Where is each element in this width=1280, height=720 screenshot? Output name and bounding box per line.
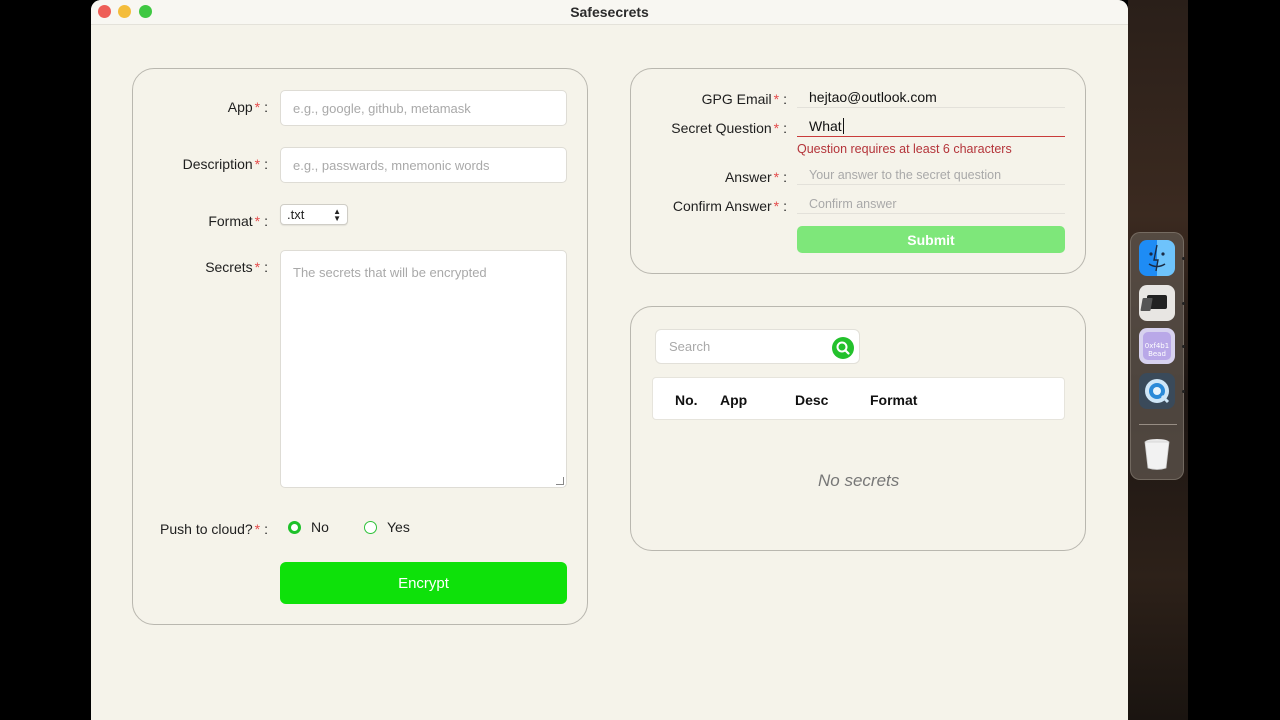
- search-icon[interactable]: [832, 337, 854, 359]
- dock-separator: [1139, 424, 1177, 425]
- running-indicator: [1182, 302, 1185, 305]
- app-input[interactable]: e.g., google, github, metamask: [280, 90, 567, 126]
- secrets-label: Secrets *:: [205, 259, 268, 275]
- question-error-message: Question requires at least 6 characters: [797, 142, 1012, 156]
- window-title: Safesecrets: [570, 4, 649, 20]
- description-input[interactable]: e.g., passwards, mnemonic words: [280, 147, 567, 183]
- radio-selected-icon: [288, 520, 301, 534]
- gpg-email-label: GPG Email *:: [701, 91, 787, 107]
- radio-unselected-icon: [364, 520, 377, 534]
- search-input[interactable]: Search: [655, 329, 860, 364]
- svg-text:0xf4b1: 0xf4b1: [1145, 342, 1169, 350]
- confirm-answer-label: Confirm Answer *:: [672, 198, 787, 214]
- submit-button[interactable]: Submit: [797, 226, 1065, 253]
- quicktime-icon[interactable]: [1139, 373, 1175, 409]
- app-window: Safesecrets App *: e.g., google, github, …: [91, 0, 1128, 720]
- secrets-list-panel: Search No. App Desc Format No secrets: [630, 306, 1086, 551]
- encrypt-button[interactable]: Encrypt: [280, 562, 567, 604]
- confirm-answer-input[interactable]: Confirm answer: [797, 194, 1065, 214]
- push-yes-radio[interactable]: Yes: [364, 519, 410, 535]
- secrets-table-header: No. App Desc Format: [652, 377, 1065, 420]
- dock: 0xf4b1 Bead: [1130, 232, 1185, 480]
- column-desc[interactable]: Desc: [795, 392, 828, 408]
- gpg-panel: GPG Email *: hejtao@outlook.com Secret Qu…: [630, 68, 1086, 274]
- column-format[interactable]: Format: [870, 392, 917, 408]
- answer-input[interactable]: Your answer to the secret question: [797, 165, 1065, 185]
- finder-icon[interactable]: [1139, 240, 1175, 276]
- trash-icon[interactable]: [1139, 435, 1175, 471]
- encrypt-panel: App *: e.g., google, github, metamask Des…: [132, 68, 588, 625]
- push-to-cloud-label: Push to cloud? *:: [160, 521, 268, 537]
- title-bar: Safesecrets: [91, 0, 1128, 25]
- column-app[interactable]: App: [720, 392, 747, 408]
- format-label: Format *:: [208, 213, 268, 229]
- app-label: App *:: [227, 99, 268, 115]
- text-caret: [842, 117, 844, 134]
- answer-label: Answer *:: [724, 169, 787, 185]
- description-label: Description *:: [182, 156, 268, 172]
- running-indicator: [1182, 345, 1185, 348]
- secret-question-label: Secret Question *:: [671, 120, 787, 136]
- secrets-textarea[interactable]: The secrets that will be encrypted: [280, 250, 567, 488]
- push-no-radio[interactable]: No: [288, 519, 329, 535]
- resize-grip-icon[interactable]: [556, 477, 564, 485]
- secret-question-input[interactable]: What: [797, 115, 1065, 137]
- format-select[interactable]: .txt ▲ ▼: [280, 204, 348, 225]
- gpg-email-input[interactable]: hejtao@outlook.com: [797, 86, 1065, 108]
- running-indicator: [1182, 257, 1185, 260]
- column-no[interactable]: No.: [675, 392, 698, 408]
- bead-icon[interactable]: 0xf4b1 Bead: [1139, 328, 1175, 364]
- select-arrows-icon: ▲ ▼: [333, 206, 341, 223]
- svg-text:Bead: Bead: [1148, 350, 1166, 358]
- empty-state-text: No secrets: [818, 471, 900, 490]
- running-indicator: [1182, 390, 1185, 393]
- parallels-icon[interactable]: [1139, 285, 1175, 321]
